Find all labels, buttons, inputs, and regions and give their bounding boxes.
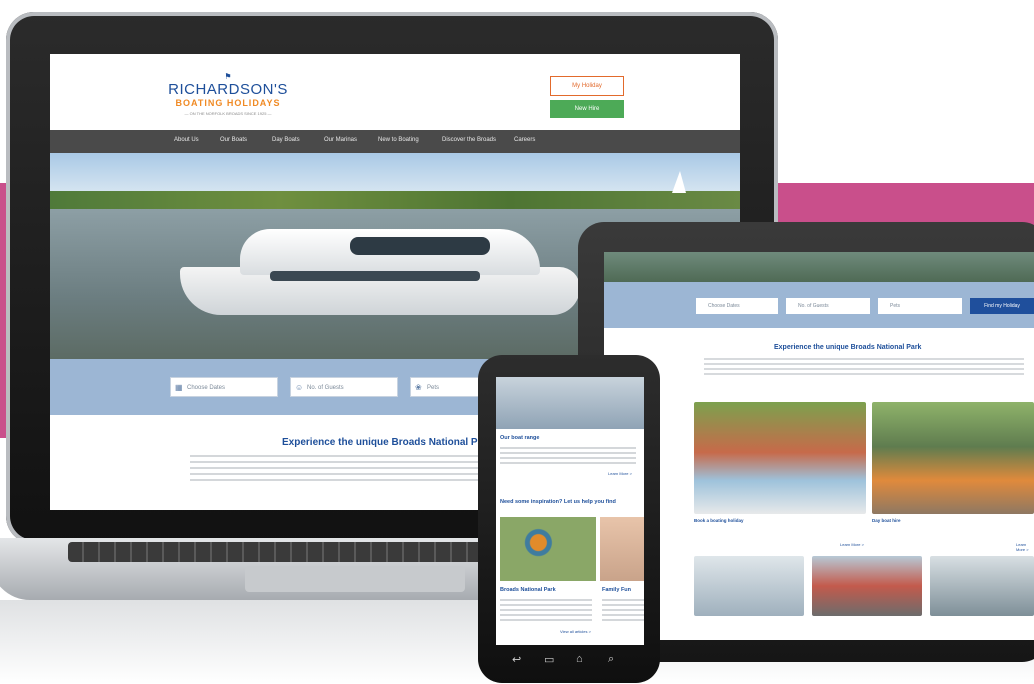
pets-placeholder: Pets — [427, 385, 440, 391]
site-header: ⚑ RICHARDSON'S BOATING HOLIDAYS — ON THE… — [50, 54, 740, 130]
date-field[interactable]: ▦ Choose Dates — [170, 377, 278, 397]
nav-careers[interactable]: Careers — [514, 137, 535, 143]
my-holiday-button[interactable]: My Holiday — [550, 76, 624, 96]
pets-field[interactable]: ❀ Pets — [410, 377, 480, 397]
paw-icon: ❀ — [415, 383, 422, 392]
learn-more-link-2[interactable]: Learn More > — [1016, 542, 1034, 552]
nav-new-to-boating[interactable]: New to Boating — [378, 137, 419, 143]
recent-icon[interactable]: ▭ — [544, 653, 554, 666]
date-placeholder: Choose Dates — [187, 385, 226, 391]
marina-image[interactable] — [694, 556, 804, 616]
card-broads-np[interactable]: Broads National Park — [500, 587, 556, 593]
trackpad — [245, 566, 465, 592]
guests-field[interactable]: ☺ No. of Guests — [290, 377, 398, 397]
phone-nav-bar: ↩ ▭ ⌂ ⌕ — [512, 653, 632, 667]
boat-mooring-image[interactable] — [930, 556, 1034, 616]
tablet-guests-field[interactable]: No. of Guests — [786, 298, 870, 314]
intro-title: Experience the unique Broads National Pa… — [282, 437, 493, 448]
phone-screen: Our boat range Learn More > Need some in… — [496, 377, 644, 645]
nav-discover-broads[interactable]: Discover the Broads — [442, 137, 496, 143]
nav-about-us[interactable]: About Us — [174, 137, 199, 143]
find-holiday-button[interactable]: Find my Holiday — [970, 298, 1034, 314]
day-boat-image[interactable] — [872, 402, 1034, 514]
search-icon[interactable]: ⌕ — [608, 653, 614, 666]
card-caption-boating[interactable]: Book a boating holiday — [694, 518, 744, 523]
main-nav: About Us Our Boats Day Boats Our Marinas… — [50, 130, 740, 153]
tablet-screen: Choose Dates No. of Guests Pets Find my … — [604, 252, 1034, 640]
boat-range-text — [500, 447, 636, 465]
boat-range-heading: Our boat range — [500, 435, 540, 441]
intro-body-text — [190, 455, 490, 483]
family-image[interactable] — [600, 517, 644, 581]
logo-line1: RICHARDSON'S — [168, 81, 288, 98]
motor-cruiser — [180, 215, 600, 325]
card-family-text — [602, 599, 644, 621]
phone-frame: Our boat range Learn More > Need some in… — [478, 355, 660, 683]
calendar-icon: ▦ — [175, 383, 183, 392]
tablet-hero-image — [604, 252, 1034, 282]
phone-boats-image — [496, 377, 644, 429]
back-icon[interactable]: ↩ — [512, 653, 521, 666]
flag-icon: ⚑ — [224, 72, 232, 81]
crew-image[interactable] — [812, 556, 922, 616]
tablet-intro-text — [704, 358, 1024, 378]
boat-side-window — [270, 271, 480, 281]
card-caption-dayboat[interactable]: Day boat hire — [872, 518, 901, 523]
home-icon[interactable]: ⌂ — [576, 653, 583, 665]
nav-day-boats[interactable]: Day Boats — [272, 137, 300, 143]
hero-treeline — [50, 191, 740, 211]
kingfisher-image[interactable] — [500, 517, 596, 581]
nav-our-marinas[interactable]: Our Marinas — [324, 137, 357, 143]
boat-window — [350, 237, 490, 255]
nav-our-boats[interactable]: Our Boats — [220, 137, 247, 143]
card-family-fun[interactable]: Family Fun — [602, 587, 631, 593]
user-icon: ☺ — [295, 383, 304, 392]
tablet-intro-title: Experience the unique Broads National Pa… — [774, 344, 922, 351]
inspiration-heading: Need some inspiration? Let us help you f… — [500, 499, 616, 505]
learn-more-link-1[interactable]: Learn More > — [840, 542, 864, 547]
tablet-date-field[interactable]: Choose Dates — [696, 298, 778, 314]
sailboat — [672, 171, 686, 193]
boating-holiday-image[interactable] — [694, 402, 866, 514]
new-hire-button[interactable]: New Hire — [550, 100, 624, 118]
tablet-search-bar: Choose Dates No. of Guests Pets Find my … — [604, 282, 1034, 328]
logo-tagline: — ON THE NORFOLK BROADS SINCE 1925 — — [184, 111, 272, 116]
guests-placeholder: No. of Guests — [307, 385, 344, 391]
tablet-pets-field[interactable]: Pets — [878, 298, 962, 314]
card-broads-text — [500, 599, 592, 621]
richardsons-logo[interactable]: ⚑ RICHARDSON'S BOATING HOLIDAYS — ON THE… — [168, 72, 288, 122]
phone-learn-more[interactable]: Learn More > — [608, 471, 632, 476]
view-all-articles-link[interactable]: View all articles > — [560, 629, 591, 634]
logo-line2: BOATING HOLIDAYS — [175, 98, 281, 108]
